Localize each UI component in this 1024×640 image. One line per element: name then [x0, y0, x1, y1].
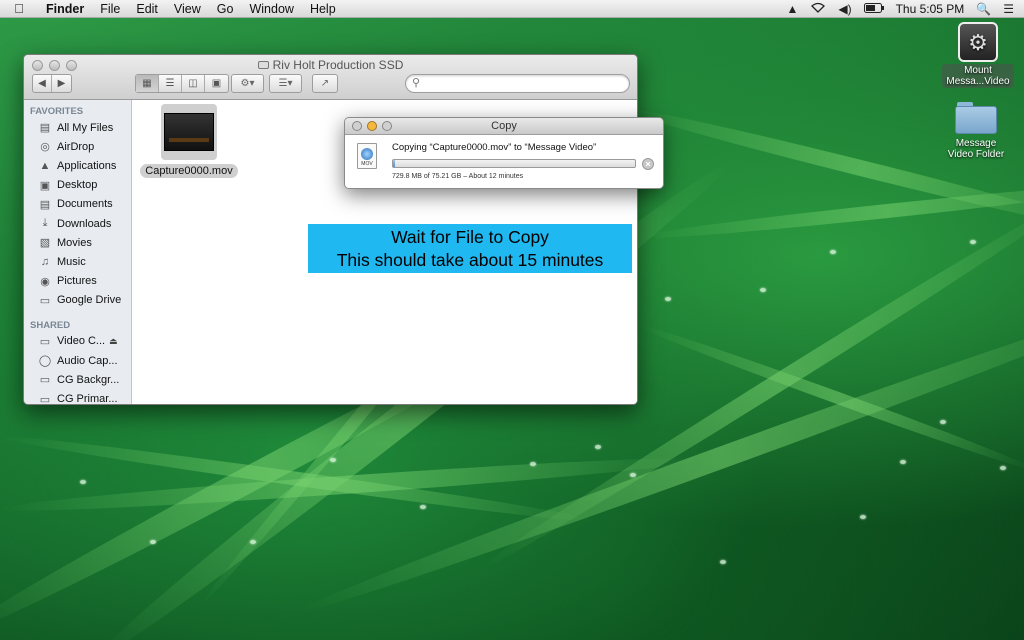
share-button[interactable]: ↗ — [312, 74, 338, 93]
automator-app-icon: ⚙ — [958, 22, 998, 62]
share-icon: ↗ — [320, 78, 330, 89]
file-item[interactable]: Capture0000.mov — [140, 104, 238, 179]
arrange-icon: ☰▾ — [278, 78, 293, 89]
finder-toolbar: Riv Holt Production SSD ◀ ▶ ▦ ☰ ◫ ▣ ⚙▾ ☰… — [24, 55, 637, 100]
downloads-icon: ⤓ — [42, 217, 48, 230]
menu-window[interactable]: Window — [241, 2, 301, 16]
display-icon: ▭ — [39, 335, 51, 348]
sidebar-section-shared: SHARED — [30, 319, 71, 331]
icon-view-button[interactable]: ▦ — [136, 75, 159, 92]
stop-copy-button[interactable]: × — [642, 158, 654, 170]
movie-thumbnail — [161, 104, 217, 160]
desktop-icon-mount-message-video[interactable]: ⚙ Mount Messa...Video — [936, 22, 1020, 88]
instruction-line-1: Wait for File to Copy — [391, 227, 549, 247]
copy-title: Copy — [491, 120, 517, 132]
notification-list-icon[interactable]: ☰ — [1003, 2, 1014, 16]
sidebar-item-cg-background[interactable]: ▭ CG Backgr... — [24, 370, 131, 389]
sidebar-item-google-drive[interactable]: ▭ Google Drive — [24, 291, 131, 310]
menu-extras: ▲ ◀) Thu 5:05 PM 🔍 ☰ — [786, 2, 1024, 16]
sidebar-item-all-my-files[interactable]: ▤ All My Files — [24, 118, 131, 137]
cover-flow-button[interactable]: ▣ — [205, 75, 228, 92]
menu-help[interactable]: Help — [302, 2, 344, 16]
sidebar-item-applications[interactable]: ▲ Applications — [24, 156, 131, 175]
google-drive-icon[interactable]: ▲ — [786, 2, 798, 16]
menu-app-name[interactable]: Finder — [38, 2, 92, 16]
applications-icon: ▲ — [39, 159, 51, 172]
action-menu-button[interactable]: ⚙▾ — [231, 74, 264, 93]
music-icon: ♫ — [40, 255, 50, 268]
sidebar-item-audio-capture[interactable]: ◯ Audio Cap... — [24, 351, 131, 370]
search-icon: ⚲ — [412, 77, 421, 89]
menu-bar:  Finder File Edit View Go Window Help ▲… — [0, 0, 1024, 18]
arrange-menu-button[interactable]: ☰▾ — [269, 74, 302, 93]
gear-icon: ⚙▾ — [240, 78, 255, 89]
menu-edit[interactable]: Edit — [128, 2, 166, 16]
sidebar-item-documents[interactable]: ▤ Documents — [24, 195, 131, 214]
sidebar-item-airdrop[interactable]: ◎ AirDrop — [24, 137, 131, 156]
server-icon: ◯ — [38, 355, 52, 368]
copy-body: MOV Copying “Capture0000.mov” to “Messag… — [345, 135, 663, 188]
window-title: Riv Holt Production SSD — [24, 58, 637, 72]
documents-icon: ▤ — [39, 198, 51, 211]
sidebar-item-music[interactable]: ♫ Music — [24, 252, 131, 271]
instruction-banner: Wait for File to Copy This should take a… — [308, 224, 632, 273]
search-field[interactable]: ⚲ — [405, 74, 630, 93]
forward-button[interactable]: ▶ — [52, 75, 71, 92]
sidebar-item-downloads[interactable]: ⤓ Downloads — [24, 214, 131, 233]
sidebar-item-cg-primary[interactable]: ▭ CG Primar... — [24, 389, 131, 405]
quicktime-movie-icon: MOV — [357, 143, 377, 169]
desktop-icon: ▣ — [39, 179, 51, 192]
desktop-icon-label: Mount Messa...Video — [942, 64, 1014, 88]
battery-icon[interactable] — [863, 2, 884, 16]
sidebar-item-pictures[interactable]: ◉ Pictures — [24, 272, 131, 291]
drive-icon — [257, 61, 269, 69]
finder-sidebar: FAVORITES ▤ All My Files ◎ AirDrop ▲ Applic… — [24, 100, 132, 404]
wifi-icon[interactable] — [810, 2, 826, 16]
clock[interactable]: Thu 5:05 PM — [896, 2, 965, 16]
apple-menu-icon[interactable]:  — [0, 1, 38, 16]
copy-message: Copying “Capture0000.mov” to “Message Vi… — [392, 142, 597, 153]
list-view-button[interactable]: ☰ — [159, 75, 182, 92]
column-view-button[interactable]: ◫ — [182, 75, 205, 92]
view-mode-control: ▦ ☰ ◫ ▣ — [135, 74, 229, 93]
file-name: Capture0000.mov — [140, 164, 238, 178]
copy-detail: 729.8 MB of 75.21 GB – About 12 minutes — [392, 173, 524, 180]
eject-icon[interactable]: ⏏ — [109, 336, 118, 347]
all-files-icon: ▤ — [39, 122, 51, 135]
sidebar-item-video-capture[interactable]: ▭ Video C... ⏏ — [24, 332, 131, 351]
copy-titlebar: Copy — [345, 118, 663, 135]
menu-go[interactable]: Go — [209, 2, 242, 16]
pictures-icon: ◉ — [40, 275, 50, 288]
menu-view[interactable]: View — [166, 2, 209, 16]
airdrop-icon: ◎ — [40, 141, 50, 154]
back-button[interactable]: ◀ — [33, 75, 52, 92]
desktop-icon-message-video-folder[interactable]: Message Video Folder — [934, 102, 1018, 160]
copy-progress-bar — [392, 159, 636, 168]
sidebar-section-favorites: FAVORITES — [30, 106, 84, 117]
menu-file[interactable]: File — [92, 2, 128, 16]
display-icon: ▭ — [39, 374, 51, 387]
desktop-icon-label: Message Video Folder — [947, 138, 1005, 160]
spotlight-icon[interactable]: 🔍 — [976, 2, 991, 16]
volume-icon[interactable]: ◀) — [838, 2, 851, 16]
display-icon: ▭ — [39, 393, 51, 405]
instruction-line-2: This should take about 15 minutes — [336, 250, 604, 270]
folder-icon: ▭ — [39, 294, 51, 307]
movies-icon: ▧ — [39, 237, 51, 250]
folder-icon — [955, 102, 997, 134]
sidebar-item-desktop[interactable]: ▣ Desktop — [24, 176, 131, 195]
back-forward-control: ◀ ▶ — [32, 74, 72, 93]
copy-progress-window: Copy MOV Copying “Capture0000.mov” to “M… — [344, 117, 664, 189]
sidebar-item-movies[interactable]: ▧ Movies — [24, 233, 131, 252]
